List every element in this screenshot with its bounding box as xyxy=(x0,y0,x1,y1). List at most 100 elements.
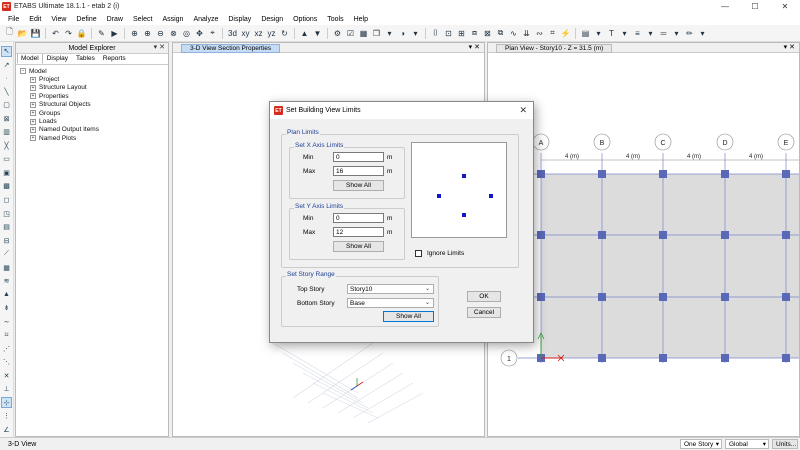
expand-icon[interactable]: + xyxy=(30,135,36,142)
snap-intersection-icon[interactable]: ✕ xyxy=(1,370,12,381)
tab-model[interactable]: Model xyxy=(17,53,43,64)
text-icon[interactable]: T xyxy=(606,28,617,39)
expand-icon[interactable]: + xyxy=(30,126,36,133)
tab-display[interactable]: Display xyxy=(43,53,72,64)
menu-analyze[interactable]: Analyze xyxy=(188,16,223,23)
dropdown-icon[interactable]: ▾ xyxy=(384,28,395,39)
expand-icon[interactable]: + xyxy=(30,110,36,117)
zoom-in-icon[interactable]: ⊕ xyxy=(142,28,153,39)
spring-icon[interactable]: ∿ xyxy=(508,28,519,39)
tree-item-groups[interactable]: + Groups xyxy=(20,109,168,117)
snap-ends-icon[interactable]: ⋱ xyxy=(1,357,12,368)
menu-help[interactable]: Help xyxy=(349,16,373,23)
move-up-icon[interactable]: ▲ xyxy=(299,28,310,39)
lock-icon[interactable]: 🔒 xyxy=(76,28,87,39)
draw-link-icon[interactable]: ⟋ xyxy=(1,249,12,260)
shading-icon[interactable]: ◑ xyxy=(397,28,408,39)
menu-display[interactable]: Display xyxy=(223,16,256,23)
expand-icon[interactable]: + xyxy=(30,101,36,108)
3d-view-controls[interactable]: ▾ ✕ xyxy=(469,43,480,51)
plan-view-icon[interactable]: xy xyxy=(240,28,251,39)
x-min-input[interactable]: 0 xyxy=(333,152,384,162)
zoom-all-icon[interactable]: ⊗ xyxy=(168,28,179,39)
draw-area-icon[interactable]: ▣ xyxy=(1,168,12,179)
menu-assign[interactable]: Assign xyxy=(157,16,188,23)
snap-fine-grid-icon[interactable]: ⋮ xyxy=(1,411,12,422)
story-selector[interactable]: One Story ▾ xyxy=(680,439,722,449)
elevation-xz-icon[interactable]: xz xyxy=(253,28,264,39)
tree-item-named-output-items[interactable]: + Named Output Items xyxy=(20,126,168,134)
tree-item-properties[interactable]: + Properties xyxy=(20,92,168,100)
x-show-all-button[interactable]: Show All xyxy=(333,180,384,191)
deformed-icon[interactable]: ⚡ xyxy=(560,28,571,39)
undo-icon[interactable]: ↶ xyxy=(50,28,61,39)
y-max-input[interactable]: 12 xyxy=(333,227,384,237)
x-max-input[interactable]: 16 xyxy=(333,166,384,176)
diagram-icon[interactable]: ▦ xyxy=(358,28,369,39)
bottom-story-select[interactable]: Base ⌄ xyxy=(347,298,434,308)
snap-perp-icon[interactable]: ⊥ xyxy=(1,384,12,395)
menu-view[interactable]: View xyxy=(46,16,71,23)
3d-view-tab[interactable]: 3-D View Section Properties xyxy=(181,44,281,53)
line-style-icon[interactable]: ≡ xyxy=(632,28,643,39)
menu-options[interactable]: Options xyxy=(288,16,322,23)
draw-null-icon[interactable]: ◳ xyxy=(1,208,12,219)
tree-item-structural-objects[interactable]: + Structural Objects xyxy=(20,101,168,109)
rubber-band-zoom-icon[interactable]: ⌖ xyxy=(207,28,218,39)
tree-root[interactable]: − Model xyxy=(20,67,168,75)
ignore-limits-checkbox[interactable] xyxy=(415,250,422,257)
tree-item-named-plots[interactable]: + Named Plots xyxy=(20,134,168,142)
pencil-icon[interactable]: ✎ xyxy=(96,28,107,39)
tree-item-loads[interactable]: + Loads xyxy=(20,117,168,125)
draw-slab-icon[interactable]: ▩ xyxy=(1,181,12,192)
draw-rect-icon[interactable]: ◻ xyxy=(1,195,12,206)
tree-item-structure-layout[interactable]: + Structure Layout xyxy=(20,84,168,92)
maximize-button[interactable]: ☐ xyxy=(740,0,770,13)
draw-developed-elev-icon[interactable]: ∼ xyxy=(1,316,12,327)
dropdown-6-icon[interactable]: ▾ xyxy=(671,28,682,39)
expand-icon[interactable]: + xyxy=(30,76,36,83)
menu-draw[interactable]: Draw xyxy=(102,16,128,23)
story-show-all-button[interactable]: Show All xyxy=(383,311,434,322)
rotate-view-icon[interactable]: ↻ xyxy=(279,28,290,39)
draw-tendon-icon[interactable]: ≋ xyxy=(1,276,12,287)
draw-design-strip-icon[interactable]: ▲ xyxy=(1,289,12,300)
menu-select[interactable]: Select xyxy=(128,16,157,23)
menu-define[interactable]: Define xyxy=(71,16,101,23)
tab-tables[interactable]: Tables xyxy=(72,53,99,64)
y-min-input[interactable]: 0 xyxy=(333,213,384,223)
draw-grid-icon[interactable]: ▦ xyxy=(1,262,12,273)
pointer-icon[interactable]: ↖ xyxy=(1,46,12,57)
line-weight-icon[interactable]: ═ xyxy=(658,28,669,39)
plan-view-controls[interactable]: ▾ ✕ xyxy=(784,43,795,51)
color-icon[interactable]: ✏ xyxy=(684,28,695,39)
draw-brace-icon[interactable]: ⊠ xyxy=(1,114,12,125)
run-analysis-icon[interactable]: ▶ xyxy=(109,28,120,39)
menu-design[interactable]: Design xyxy=(256,16,288,23)
menu-file[interactable]: File xyxy=(3,16,24,23)
loads-icon[interactable]: ⇊ xyxy=(521,28,532,39)
results-icon[interactable]: ⌗ xyxy=(547,28,558,39)
collapse-icon[interactable]: − xyxy=(20,68,26,75)
menu-edit[interactable]: Edit xyxy=(24,16,46,23)
draw-column-icon[interactable]: ▢ xyxy=(1,100,12,111)
pan-icon[interactable]: ✥ xyxy=(194,28,205,39)
dropdown-5-icon[interactable]: ▾ xyxy=(645,28,656,39)
snap-lines-icon[interactable]: ⊹ xyxy=(1,397,12,409)
expand-icon[interactable]: + xyxy=(30,93,36,100)
close-button[interactable]: ✕ xyxy=(770,0,800,13)
draw-beam-icon[interactable]: ╲ xyxy=(1,87,12,98)
draw-wall-icon[interactable]: ▥ xyxy=(1,127,12,138)
y-show-all-button[interactable]: Show All xyxy=(333,241,384,252)
section-icon[interactable]: ⊡ xyxy=(443,28,454,39)
tab-reports[interactable]: Reports xyxy=(99,53,130,64)
dropdown-3-icon[interactable]: ▾ xyxy=(593,28,604,39)
draw-floor-icon[interactable]: ╳ xyxy=(1,141,12,152)
grid-icon[interactable]: ▤ xyxy=(580,28,591,39)
frame-icon[interactable]: ⌷ xyxy=(430,28,441,39)
dropdown-2-icon[interactable]: ▾ xyxy=(410,28,421,39)
tree-item-project[interactable]: + Project xyxy=(20,75,168,83)
snap-points-icon[interactable]: ⋰ xyxy=(1,343,12,354)
reshape-icon[interactable]: ↗ xyxy=(1,60,12,71)
dropdown-4-icon[interactable]: ▾ xyxy=(619,28,630,39)
